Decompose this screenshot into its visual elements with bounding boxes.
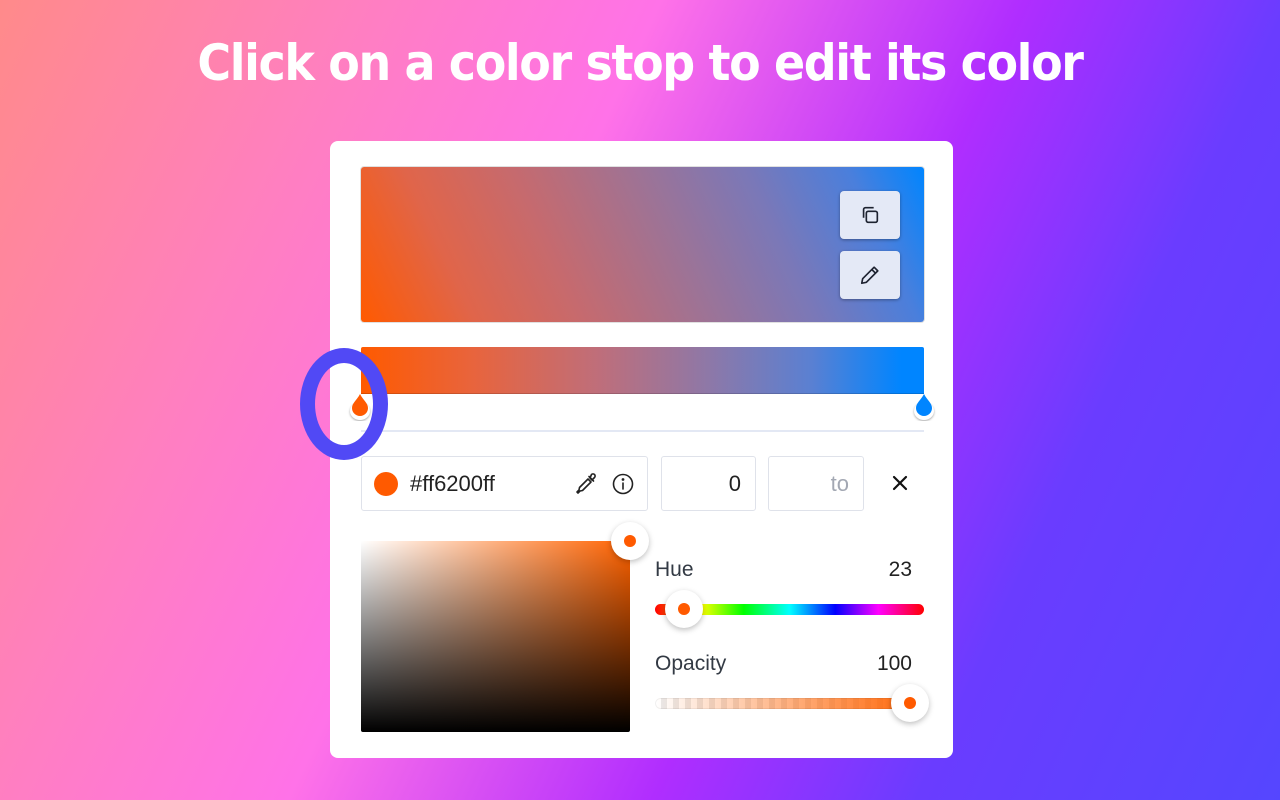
stop-to-input[interactable]: to xyxy=(768,456,864,511)
opacity-label: Opacity xyxy=(655,652,727,675)
hue-slider-handle[interactable] xyxy=(665,590,704,628)
gradient-bar[interactable] xyxy=(361,347,924,394)
eyedropper-icon[interactable] xyxy=(574,472,598,496)
highlight-ring xyxy=(300,348,388,460)
copy-icon xyxy=(862,206,879,224)
stops-track-divider xyxy=(361,430,924,432)
edit-button[interactable] xyxy=(840,251,900,299)
saturation-brightness-handle[interactable] xyxy=(611,522,649,560)
hue-value: 23 xyxy=(888,558,912,581)
info-icon[interactable] xyxy=(611,472,635,496)
saturation-brightness-area[interactable] xyxy=(361,541,630,732)
opacity-slider[interactable] xyxy=(655,698,924,709)
opacity-value: 100 xyxy=(876,652,912,675)
gradient-editor-panel: #ff6200ff 0 to Hue 23 Opacity 100 xyxy=(300,141,953,758)
hue-label: Hue xyxy=(655,558,694,581)
color-swatch xyxy=(374,472,398,496)
pencil-icon xyxy=(860,266,879,285)
hex-color-input[interactable]: #ff6200ff xyxy=(361,456,648,511)
hex-value[interactable]: #ff6200ff xyxy=(410,471,495,497)
copy-button[interactable] xyxy=(840,191,900,239)
close-icon[interactable] xyxy=(886,469,914,497)
headline: Click on a color stop to edit its color xyxy=(197,34,1084,92)
gradient-preview xyxy=(361,167,924,322)
color-stop-right[interactable] xyxy=(911,391,937,421)
opacity-slider-handle[interactable] xyxy=(891,684,929,722)
stop-position-input[interactable]: 0 xyxy=(661,456,756,511)
